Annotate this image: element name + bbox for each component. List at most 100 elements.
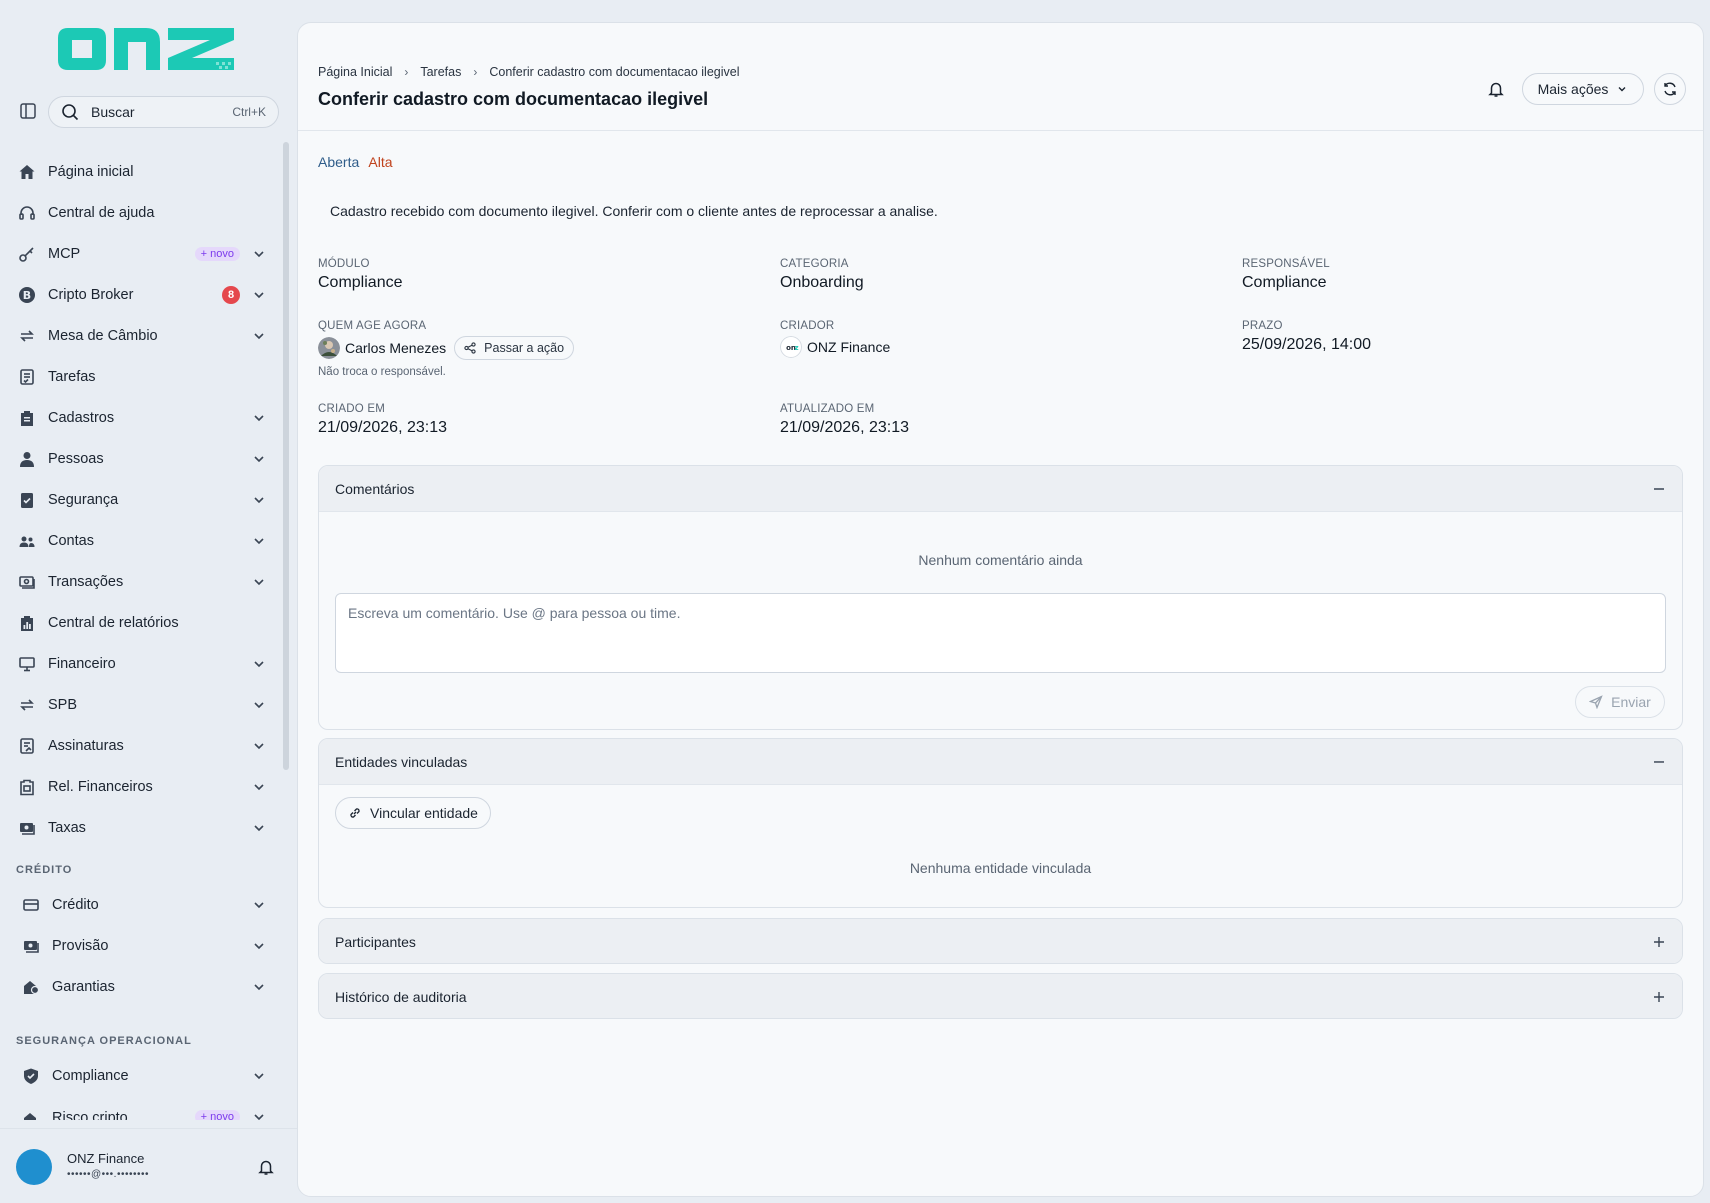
guarantee-icon — [24, 980, 40, 994]
exchange-icon — [20, 698, 34, 711]
pass-action-button[interactable]: Passar a ação — [454, 336, 575, 360]
onz-logo[interactable] — [56, 24, 236, 74]
new-badge: + novo — [194, 246, 240, 261]
chevron-down-icon[interactable] — [252, 739, 266, 753]
sidebar-item-rel-financeiros[interactable]: Rel. Financeiros — [0, 766, 280, 807]
svg-text:B: B — [23, 289, 31, 302]
money-icon — [20, 822, 35, 835]
sidebar-item-garantias[interactable]: Garantias — [0, 966, 280, 1007]
sidebar-item-provisao[interactable]: Provisão — [0, 925, 280, 966]
collapse-icon[interactable] — [1652, 482, 1666, 496]
send-comment-button[interactable]: Enviar — [1575, 686, 1665, 718]
field-responsavel: RESPONSÁVEL Compliance — [1242, 258, 1330, 291]
breadcrumb-item-home[interactable]: Página Inicial — [318, 65, 392, 79]
audit-history-panel-header[interactable]: Histórico de auditoria — [319, 974, 1682, 1018]
sidebar-item-financeiro[interactable]: Financeiro — [0, 643, 280, 684]
breadcrumb: Página Inicial › Tarefas › Conferir cada… — [318, 65, 739, 79]
sidebar-item-assinaturas[interactable]: Assinaturas — [0, 725, 280, 766]
chevron-down-icon[interactable] — [252, 534, 266, 548]
expand-icon[interactable] — [1652, 990, 1666, 1004]
sidebar-item-seguranca[interactable]: Segurança — [0, 479, 280, 520]
exchange-icon — [20, 329, 34, 342]
comments-panel: Comentários Nenhum comentário ainda Escr… — [318, 465, 1683, 730]
sidebar-scrollbar[interactable] — [283, 142, 289, 770]
money-icon — [19, 575, 35, 589]
expand-icon[interactable] — [1652, 935, 1666, 949]
collapse-icon[interactable] — [1652, 755, 1666, 769]
link-entity-button[interactable]: Vincular entidade — [335, 797, 491, 829]
chevron-down-icon[interactable] — [252, 247, 266, 261]
chevron-down-icon[interactable] — [252, 411, 266, 425]
chevron-down-icon[interactable] — [252, 1069, 266, 1083]
sidebar-item-credito[interactable]: Crédito — [0, 884, 280, 925]
sidebar-item-transacoes[interactable]: Transações — [0, 561, 280, 602]
onz-avatar-icon: onz — [780, 336, 802, 358]
user-profile[interactable]: ONZ Finance ••••••@•••.•••••••• — [0, 1128, 297, 1203]
breadcrumb-item-tarefas[interactable]: Tarefas — [420, 65, 461, 79]
chevron-down-icon[interactable] — [252, 698, 266, 712]
search-input[interactable]: Buscar Ctrl+K — [48, 96, 279, 128]
chevron-down-icon[interactable] — [252, 657, 266, 671]
link-icon — [350, 808, 360, 818]
task-icon — [20, 368, 34, 385]
sidebar-item-spb[interactable]: SPB — [0, 684, 280, 725]
sidebar-item-compliance[interactable]: Compliance — [0, 1055, 280, 1096]
chevron-down-icon[interactable] — [252, 780, 266, 794]
chevron-down-icon[interactable] — [252, 1110, 266, 1120]
sidebar-item-risco-cripto[interactable]: Risco cripto + novo — [0, 1096, 280, 1120]
chevron-down-icon[interactable] — [252, 575, 266, 589]
bitcoin-icon: B — [19, 286, 35, 303]
sidebar: Buscar Ctrl+K Página inicial Central de … — [0, 0, 297, 1203]
sidebar-item-mesa-de-cambio[interactable]: Mesa de Câmbio — [0, 315, 280, 356]
notification-count-badge: 8 — [222, 285, 240, 304]
report-icon — [21, 615, 33, 631]
sidebar-item-mcp[interactable]: MCP + novo — [0, 233, 280, 274]
participants-panel-header[interactable]: Participantes — [319, 919, 1682, 963]
more-actions-button[interactable]: Mais ações — [1522, 73, 1644, 105]
chevron-down-icon[interactable] — [252, 493, 266, 507]
chevron-down-icon[interactable] — [252, 329, 266, 343]
bell-icon[interactable] — [1487, 80, 1505, 98]
chevron-down-icon[interactable] — [252, 452, 266, 466]
task-status: Aberta Alta — [318, 154, 393, 170]
sidebar-item-contas[interactable]: Contas — [0, 520, 280, 561]
sidebar-item-central-de-ajuda[interactable]: Central de ajuda — [0, 192, 280, 233]
chevron-down-icon[interactable] — [252, 821, 266, 835]
field-quem-age-agora: QUEM AGE AGORA Carlos Menezes Passar a a… — [318, 320, 575, 378]
breadcrumb-item-current: Conferir cadastro com documentacao ilegi… — [489, 65, 740, 79]
refresh-icon — [1664, 82, 1676, 96]
clipboard-icon — [21, 410, 33, 426]
field-atualizado-em: ATUALIZADO EM 21/09/2026, 23:13 — [780, 403, 910, 436]
sidebar-item-pessoas[interactable]: Pessoas — [0, 438, 280, 479]
field-modulo: MÓDULO Compliance — [318, 258, 403, 291]
chevron-down-icon[interactable] — [252, 898, 266, 912]
field-criador: CRIADOR on z ONZ Finance — [780, 320, 890, 358]
avatar — [318, 337, 340, 359]
chevron-down-icon[interactable] — [252, 288, 266, 302]
sidebar-item-taxas[interactable]: Taxas — [0, 807, 280, 848]
sidebar-item-tarefas[interactable]: Tarefas — [0, 356, 280, 397]
field-criado-em: CRIADO EM 21/09/2026, 23:13 — [318, 403, 448, 436]
finance-icon — [19, 656, 35, 671]
sidebar-item-pagina-inicial[interactable]: Página inicial — [0, 151, 280, 192]
comment-input[interactable]: Escreva um comentário. Use @ para pessoa… — [335, 593, 1666, 673]
person-icon — [20, 451, 34, 467]
card-icon — [23, 898, 39, 911]
chevron-down-icon[interactable] — [252, 980, 266, 994]
audit-history-panel[interactable]: Histórico de auditoria — [318, 973, 1683, 1019]
bell-icon[interactable] — [257, 1158, 275, 1176]
comments-panel-header[interactable]: Comentários — [319, 466, 1682, 512]
participants-panel[interactable]: Participantes — [318, 918, 1683, 964]
main-content: Página Inicial › Tarefas › Conferir cada… — [297, 22, 1704, 1197]
chevron-down-icon[interactable] — [252, 939, 266, 953]
sidebar-toggle-icon[interactable] — [18, 101, 38, 121]
sidebar-item-cadastros[interactable]: Cadastros — [0, 397, 280, 438]
avatar[interactable] — [16, 1149, 52, 1185]
sidebar-item-cripto-broker[interactable]: B Cripto Broker 8 — [0, 274, 280, 315]
linked-entities-panel: Entidades vinculadas Vincular entidade N… — [318, 738, 1683, 908]
linked-entities-empty-state: Nenhuma entidade vinculada — [909, 860, 1092, 876]
breadcrumb-separator-icon: › — [473, 65, 478, 79]
refresh-button[interactable] — [1654, 73, 1686, 105]
sidebar-item-central-de-relatorios[interactable]: Central de relatórios — [0, 602, 280, 643]
linked-entities-panel-header[interactable]: Entidades vinculadas — [319, 739, 1682, 785]
